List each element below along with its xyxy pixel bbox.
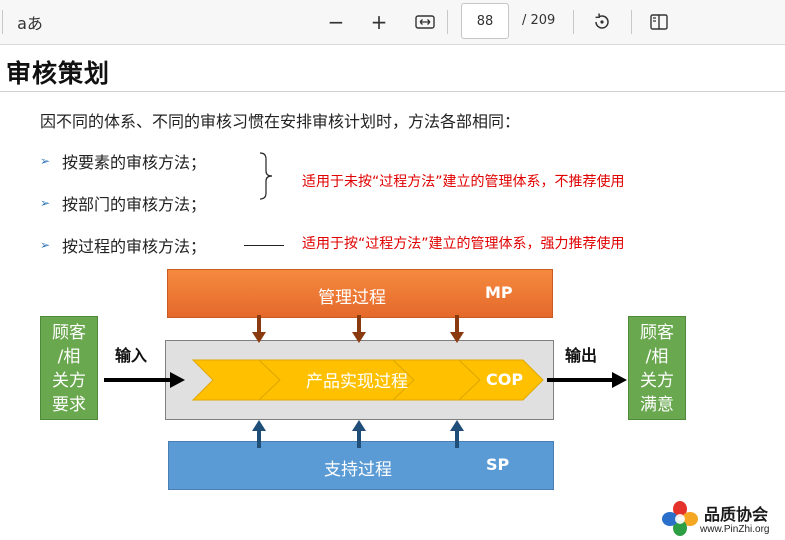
fit-to-width-button[interactable] <box>412 8 438 36</box>
pdf-toolbar: aあ − + / 209 <box>0 0 785 45</box>
output-arrow <box>547 372 627 388</box>
sp-up-arrows <box>252 420 464 448</box>
toolbar-divider <box>447 10 448 34</box>
plus-icon: + <box>370 10 388 34</box>
logo-name: 品质协会 <box>704 505 769 524</box>
cop-label: 产品实现过程 <box>306 372 408 392</box>
two-page-icon <box>650 14 668 30</box>
toolbar-divider <box>573 10 574 34</box>
customer-satisfaction-box: 顾客 /相 关方 满意 <box>628 316 686 420</box>
process-diagram-graphics <box>104 315 627 448</box>
box-line: 要求 <box>52 395 86 415</box>
logo-url: www.PinZhi.org <box>700 524 770 535</box>
toolbar-divider <box>631 10 632 34</box>
box-line: /相 <box>645 347 669 367</box>
rotate-button[interactable] <box>589 8 615 36</box>
input-arrow <box>104 372 185 388</box>
input-label: 输入 <box>115 346 148 365</box>
box-line: /相 <box>57 347 81 367</box>
minus-icon: − <box>327 10 345 34</box>
read-aloud-icon: aあ <box>17 14 43 33</box>
pinzhi-logo: 品质协会 www.PinZhi.org <box>660 499 778 537</box>
customer-requirements-box: 顾客 /相 关方 要求 <box>40 316 98 420</box>
rotate-icon <box>595 13 609 29</box>
slide-page: 审核策划 因不同的体系、不同的审核习惯在安排审核计划时，方法各部相同： ➢ 按要… <box>0 45 785 540</box>
box-line: 顾客 <box>640 323 674 343</box>
toolbar-divider <box>2 10 3 34</box>
box-line: 关方 <box>52 371 86 391</box>
page-view-button[interactable] <box>646 8 672 36</box>
output-label: 输出 <box>565 346 598 365</box>
read-aloud-button[interactable]: aあ <box>16 8 44 36</box>
fit-width-icon <box>415 15 435 29</box>
flower-logo-icon <box>662 501 698 536</box>
zoom-out-button[interactable]: − <box>324 8 348 36</box>
mp-down-arrows <box>252 315 464 343</box>
box-line: 满意 <box>640 395 674 415</box>
zoom-in-button[interactable]: + <box>367 8 391 36</box>
box-line: 顾客 <box>52 323 86 343</box>
page-number-input[interactable] <box>461 3 509 39</box>
box-line: 关方 <box>640 371 674 391</box>
page-total: / 209 <box>522 13 556 28</box>
cop-abbr: COP <box>486 370 524 389</box>
